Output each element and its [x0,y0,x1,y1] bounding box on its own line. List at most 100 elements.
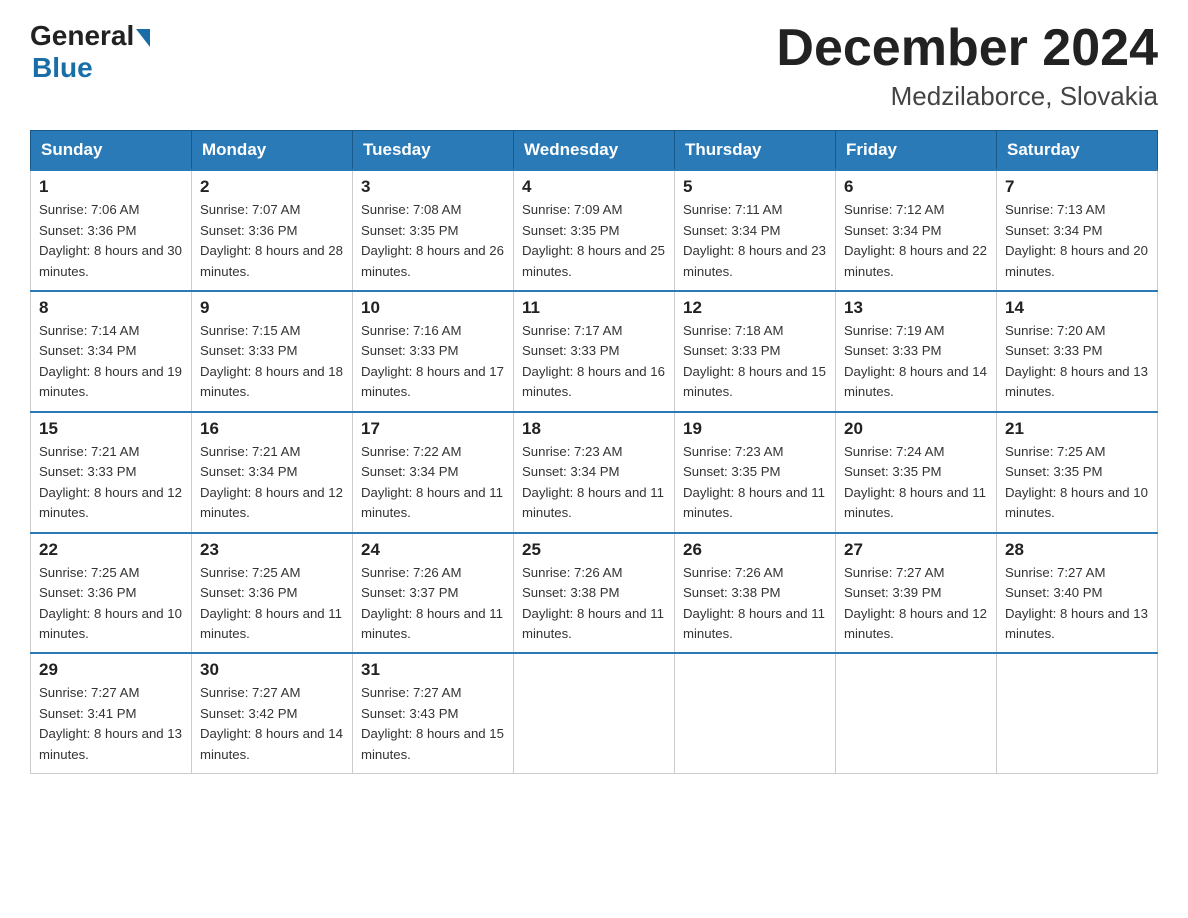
title-block: December 2024 Medzilaborce, Slovakia [776,20,1158,112]
calendar-cell: 12 Sunrise: 7:18 AMSunset: 3:33 PMDayligh… [675,291,836,412]
page-subtitle: Medzilaborce, Slovakia [776,81,1158,112]
day-number: 6 [844,177,988,197]
calendar-week-1: 1 Sunrise: 7:06 AMSunset: 3:36 PMDaylight… [31,170,1158,291]
calendar-cell: 18 Sunrise: 7:23 AMSunset: 3:34 PMDayligh… [514,412,675,533]
logo-general-text: General [30,20,134,52]
col-header-saturday: Saturday [997,131,1158,171]
calendar-cell: 31 Sunrise: 7:27 AMSunset: 3:43 PMDayligh… [353,653,514,773]
calendar-cell: 25Sunrise: 7:26 AMSunset: 3:38 PMDayligh… [514,533,675,654]
day-info: Sunrise: 7:27 AMSunset: 3:42 PMDaylight:… [200,683,344,765]
day-number: 11 [522,298,666,318]
day-info: Sunrise: 7:25 AMSunset: 3:35 PMDaylight:… [1005,442,1149,524]
day-number: 18 [522,419,666,439]
calendar-cell: 15 Sunrise: 7:21 AMSunset: 3:33 PMDayligh… [31,412,192,533]
calendar-cell: 5Sunrise: 7:11 AMSunset: 3:34 PMDaylight… [675,170,836,291]
day-number: 7 [1005,177,1149,197]
col-header-friday: Friday [836,131,997,171]
calendar-cell: 26 Sunrise: 7:26 AMSunset: 3:38 PMDayligh… [675,533,836,654]
calendar-cell: 16 Sunrise: 7:21 AMSunset: 3:34 PMDayligh… [192,412,353,533]
calendar-cell: 28 Sunrise: 7:27 AMSunset: 3:40 PMDayligh… [997,533,1158,654]
calendar-cell: 11 Sunrise: 7:17 AMSunset: 3:33 PMDayligh… [514,291,675,412]
calendar-cell [675,653,836,773]
day-info: Sunrise: 7:08 AMSunset: 3:35 PMDaylight:… [361,200,505,282]
calendar-cell: 8Sunrise: 7:14 AMSunset: 3:34 PMDaylight… [31,291,192,412]
day-number: 10 [361,298,505,318]
calendar-cell: 2 Sunrise: 7:07 AMSunset: 3:36 PMDaylight… [192,170,353,291]
logo-blue-text: Blue [32,52,93,83]
day-info: Sunrise: 7:20 AMSunset: 3:33 PMDaylight:… [1005,321,1149,403]
day-number: 24 [361,540,505,560]
day-info: Sunrise: 7:26 AMSunset: 3:37 PMDaylight:… [361,563,505,645]
day-number: 13 [844,298,988,318]
day-info: Sunrise: 7:13 AMSunset: 3:34 PMDaylight:… [1005,200,1149,282]
day-number: 15 [39,419,183,439]
day-number: 12 [683,298,827,318]
calendar-cell: 29Sunrise: 7:27 AMSunset: 3:41 PMDayligh… [31,653,192,773]
day-number: 17 [361,419,505,439]
calendar-cell: 1 Sunrise: 7:06 AMSunset: 3:36 PMDaylight… [31,170,192,291]
day-info: Sunrise: 7:27 AMSunset: 3:39 PMDaylight:… [844,563,988,645]
day-info: Sunrise: 7:17 AMSunset: 3:33 PMDaylight:… [522,321,666,403]
calendar-cell: 30 Sunrise: 7:27 AMSunset: 3:42 PMDayligh… [192,653,353,773]
day-number: 14 [1005,298,1149,318]
day-number: 1 [39,177,183,197]
calendar-cell: 6 Sunrise: 7:12 AMSunset: 3:34 PMDaylight… [836,170,997,291]
day-number: 26 [683,540,827,560]
day-number: 2 [200,177,344,197]
day-info: Sunrise: 7:23 AMSunset: 3:34 PMDaylight:… [522,442,666,524]
day-info: Sunrise: 7:26 AMSunset: 3:38 PMDaylight:… [522,563,666,645]
day-info: Sunrise: 7:23 AMSunset: 3:35 PMDaylight:… [683,442,827,524]
day-info: Sunrise: 7:07 AMSunset: 3:36 PMDaylight:… [200,200,344,282]
col-header-tuesday: Tuesday [353,131,514,171]
day-number: 23 [200,540,344,560]
day-info: Sunrise: 7:21 AMSunset: 3:34 PMDaylight:… [200,442,344,524]
calendar-table: SundayMondayTuesdayWednesdayThursdayFrid… [30,130,1158,774]
calendar-cell: 24 Sunrise: 7:26 AMSunset: 3:37 PMDayligh… [353,533,514,654]
day-info: Sunrise: 7:18 AMSunset: 3:33 PMDaylight:… [683,321,827,403]
day-info: Sunrise: 7:12 AMSunset: 3:34 PMDaylight:… [844,200,988,282]
day-number: 19 [683,419,827,439]
logo-arrow-icon [136,29,150,47]
day-number: 9 [200,298,344,318]
calendar-cell [836,653,997,773]
day-number: 4 [522,177,666,197]
col-header-sunday: Sunday [31,131,192,171]
calendar-cell: 23Sunrise: 7:25 AMSunset: 3:36 PMDayligh… [192,533,353,654]
day-info: Sunrise: 7:24 AMSunset: 3:35 PMDaylight:… [844,442,988,524]
col-header-monday: Monday [192,131,353,171]
col-header-wednesday: Wednesday [514,131,675,171]
day-number: 16 [200,419,344,439]
calendar-cell [997,653,1158,773]
day-number: 28 [1005,540,1149,560]
day-info: Sunrise: 7:21 AMSunset: 3:33 PMDaylight:… [39,442,183,524]
day-info: Sunrise: 7:27 AMSunset: 3:43 PMDaylight:… [361,683,505,765]
day-number: 31 [361,660,505,680]
day-info: Sunrise: 7:22 AMSunset: 3:34 PMDaylight:… [361,442,505,524]
day-info: Sunrise: 7:09 AMSunset: 3:35 PMDaylight:… [522,200,666,282]
day-number: 30 [200,660,344,680]
page-header: General Blue December 2024 Medzilaborce,… [30,20,1158,112]
day-info: Sunrise: 7:26 AMSunset: 3:38 PMDaylight:… [683,563,827,645]
calendar-cell: 21Sunrise: 7:25 AMSunset: 3:35 PMDayligh… [997,412,1158,533]
calendar-week-3: 15 Sunrise: 7:21 AMSunset: 3:33 PMDayligh… [31,412,1158,533]
calendar-week-5: 29Sunrise: 7:27 AMSunset: 3:41 PMDayligh… [31,653,1158,773]
calendar-cell: 19 Sunrise: 7:23 AMSunset: 3:35 PMDayligh… [675,412,836,533]
day-number: 29 [39,660,183,680]
day-info: Sunrise: 7:19 AMSunset: 3:33 PMDaylight:… [844,321,988,403]
logo: General Blue [30,20,152,84]
calendar-cell: 14 Sunrise: 7:20 AMSunset: 3:33 PMDayligh… [997,291,1158,412]
day-info: Sunrise: 7:25 AMSunset: 3:36 PMDaylight:… [39,563,183,645]
calendar-cell [514,653,675,773]
day-info: Sunrise: 7:27 AMSunset: 3:40 PMDaylight:… [1005,563,1149,645]
calendar-cell: 27Sunrise: 7:27 AMSunset: 3:39 PMDayligh… [836,533,997,654]
page-title: December 2024 [776,20,1158,77]
calendar-cell: 13 Sunrise: 7:19 AMSunset: 3:33 PMDayligh… [836,291,997,412]
calendar-week-2: 8Sunrise: 7:14 AMSunset: 3:34 PMDaylight… [31,291,1158,412]
day-info: Sunrise: 7:11 AMSunset: 3:34 PMDaylight:… [683,200,827,282]
day-info: Sunrise: 7:15 AMSunset: 3:33 PMDaylight:… [200,321,344,403]
day-info: Sunrise: 7:14 AMSunset: 3:34 PMDaylight:… [39,321,183,403]
day-number: 22 [39,540,183,560]
calendar-cell: 3Sunrise: 7:08 AMSunset: 3:35 PMDaylight… [353,170,514,291]
day-info: Sunrise: 7:06 AMSunset: 3:36 PMDaylight:… [39,200,183,282]
calendar-cell: 4 Sunrise: 7:09 AMSunset: 3:35 PMDaylight… [514,170,675,291]
